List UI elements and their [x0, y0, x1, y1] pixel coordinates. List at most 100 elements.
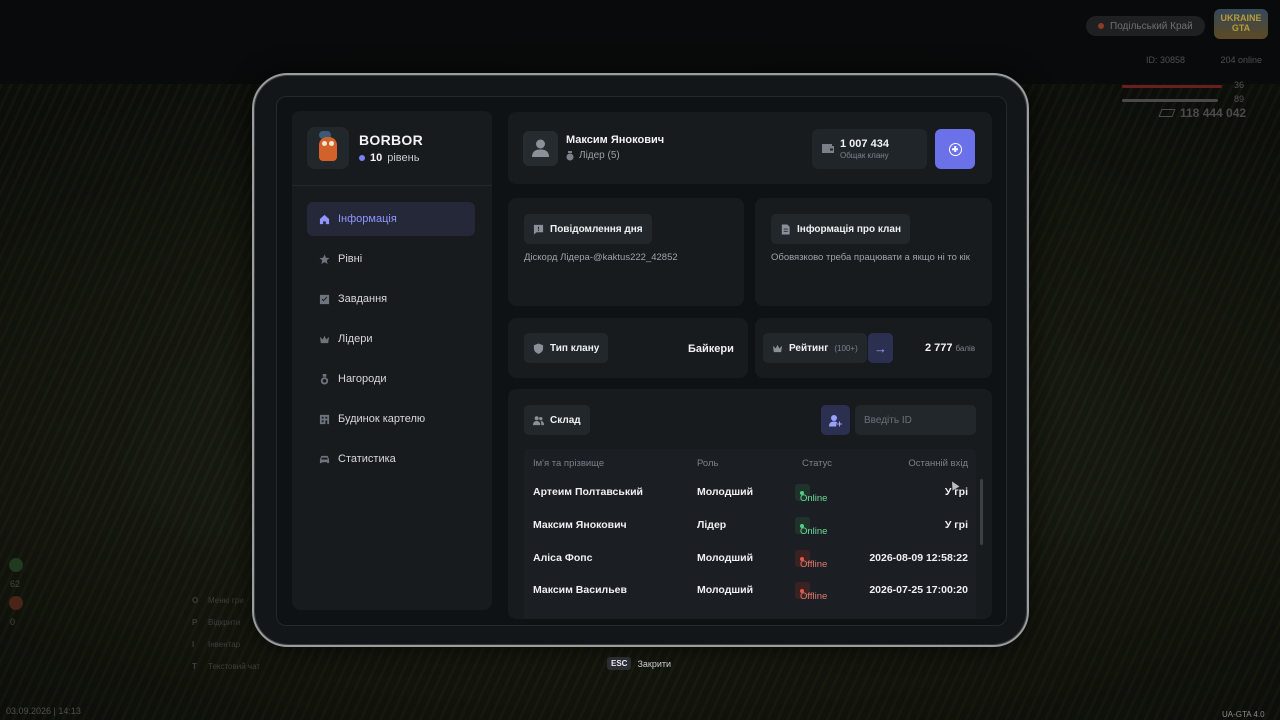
- close-label: Закрити: [637, 658, 672, 669]
- level-dot-icon: [359, 155, 365, 161]
- key-label: Інвентар: [208, 640, 241, 649]
- member-role: Молодший: [697, 486, 754, 498]
- table-row[interactable]: Максим Янокович Лідер Online У грі: [524, 510, 976, 542]
- clan-info-block: BORBOR 10 рівень: [359, 132, 423, 164]
- car-icon: [319, 455, 330, 463]
- user-avatar: [523, 131, 558, 166]
- sidebar-item-tasks[interactable]: Завдання: [307, 282, 475, 316]
- column-header-name: Ім'я та прізвище: [533, 458, 605, 469]
- sidebar-item-label: Будинок картелю: [338, 413, 426, 425]
- members-card: Склад Ім'я та прізвище Роль Статус Остан…: [508, 389, 992, 619]
- plus-circle-icon: [948, 142, 962, 156]
- sidebar-item-label: Статистика: [338, 453, 396, 465]
- status-badge: Online: [795, 484, 827, 504]
- motd-title-label: Повідомлення дня: [550, 223, 643, 235]
- rating-open-button[interactable]: →: [868, 333, 893, 363]
- member-name: Максим Янокович: [533, 519, 627, 531]
- rating-card: Рейтинг (100+) → 2 777 балів: [755, 318, 992, 378]
- sidebar-item-label: Нагороди: [338, 373, 387, 385]
- hud-stats: ID: 30858 204 online: [1146, 55, 1262, 65]
- key-label: Відкрити: [208, 618, 241, 627]
- arrow-right-icon: →: [874, 340, 887, 356]
- rating-unit: балів: [955, 344, 976, 353]
- sidebar-item-levels[interactable]: Рівні: [307, 242, 475, 276]
- hud-date: 03.09.2026 | 14:13: [6, 706, 81, 716]
- column-header-status: Статус: [802, 458, 833, 469]
- sidebar-item-leaders[interactable]: Лідери: [307, 322, 475, 356]
- deposit-button[interactable]: [935, 129, 975, 169]
- member-name: Артеим Полтавський: [533, 486, 643, 498]
- members-scrollbar[interactable]: [980, 479, 983, 545]
- members-table: Ім'я та прізвище Роль Статус Останній вх…: [524, 449, 976, 619]
- clan-level-unit: рівень: [387, 152, 420, 164]
- game-logo-bottom: GTA: [1231, 23, 1251, 33]
- clan-balance-value: 1 007 434: [840, 138, 889, 150]
- sidebar-item-statistics[interactable]: Статистика: [307, 442, 475, 476]
- avatar-eye: [329, 141, 334, 146]
- member-role: Молодший: [697, 584, 754, 596]
- invite-member-button[interactable]: [821, 405, 850, 435]
- clan-type-label-text: Тип клану: [550, 342, 600, 354]
- member-id-input[interactable]: [855, 405, 976, 435]
- member-last-login: 2026-07-25 17:00:20: [869, 584, 968, 596]
- user-role: Лідер (5): [566, 150, 620, 161]
- clan-name: BORBOR: [359, 132, 424, 148]
- crown-icon: [772, 344, 783, 352]
- clan-info-text: Обовязково треба працювати а якщо ні то …: [771, 252, 970, 263]
- status-badge: Offline: [795, 582, 827, 602]
- shield-icon: [533, 342, 544, 354]
- sidebar-item-cartel-house[interactable]: Будинок картелю: [307, 402, 475, 436]
- building-icon: [319, 414, 330, 424]
- star-icon: [319, 253, 330, 264]
- clan-level-value: 10: [370, 152, 383, 164]
- rating-label-text: Рейтинг: [789, 342, 829, 354]
- user-role-label: Лідер (5): [579, 150, 620, 161]
- rating-value: 2 777 балів: [925, 342, 975, 354]
- column-header-role: Роль: [697, 458, 719, 469]
- side-red-icon: [9, 596, 23, 610]
- armor-value: 89: [1234, 94, 1245, 104]
- hud-money: 118 444 042: [1158, 106, 1246, 120]
- sidebar-item-label: Рівні: [338, 253, 363, 265]
- game-logo: UKRAINE GTA: [1214, 9, 1268, 39]
- sidebar: BORBOR 10 рівень Інформація Рівні Завдан…: [292, 111, 492, 610]
- avatar-eye: [322, 141, 327, 146]
- key-hint: O Меню гри: [192, 590, 260, 612]
- close-hint[interactable]: ESC Закрити: [607, 657, 671, 670]
- sidebar-nav: Інформація Рівні Завдання Лідери Нагород…: [307, 202, 475, 482]
- medal-icon: [320, 373, 329, 385]
- member-role: Молодший: [697, 552, 754, 564]
- sidebar-item-label: Завдання: [338, 293, 388, 305]
- clan-balance: 1 007 434 Общак клану: [812, 129, 927, 169]
- status-badge: Offline: [795, 550, 827, 570]
- members-title-label: Склад: [550, 414, 581, 426]
- sidebar-item-rewards[interactable]: Нагороди: [307, 362, 475, 396]
- hud-stat-id: ID: 30858: [1146, 55, 1186, 65]
- table-row[interactable]: Максим Васильев Молодший Offline 2026-07…: [524, 575, 976, 607]
- sidebar-divider: [292, 185, 492, 186]
- member-name: Максим Васильев: [533, 584, 627, 596]
- key-hint: T Текстовий чат: [192, 656, 260, 678]
- hud-key-hints: O Меню гри P Відкрити I Інвентар T Текстовий…: [192, 590, 260, 678]
- game-background-top: [0, 0, 1280, 84]
- region-dot-icon: [1098, 23, 1104, 29]
- document-icon: [781, 223, 790, 235]
- status-label: Offline: [800, 591, 828, 602]
- clan-info-title: Інформація про клан: [771, 214, 911, 244]
- key-letter: O: [192, 596, 199, 605]
- table-row[interactable]: Артеим Полтавський Молодший Online У грі: [524, 477, 976, 509]
- clan-type-label: Тип клану: [524, 333, 609, 363]
- game-version: UA-GTA 4.0: [1222, 710, 1265, 719]
- sidebar-item-label: Лідери: [338, 333, 373, 345]
- table-row[interactable]: Аліса Фопс Молодший Offline 2026-08-09 1…: [524, 543, 976, 575]
- key-letter: T: [192, 662, 197, 671]
- clan-panel: BORBOR 10 рівень Інформація Рівні Завдан…: [276, 96, 1007, 626]
- clan-type-card: Тип клану Байкери: [508, 318, 748, 378]
- member-last-login: 2026-08-09 12:58:22: [869, 552, 968, 564]
- key-hint: I Інвентар: [192, 634, 260, 656]
- sidebar-item-information[interactable]: Інформація: [307, 202, 475, 236]
- member-last-login: У грі: [944, 519, 968, 531]
- esc-key: ESC: [607, 657, 632, 670]
- table-header: Ім'я та прізвище Роль Статус Останній вх…: [524, 449, 976, 479]
- sidebar-item-label: Інформація: [338, 213, 397, 225]
